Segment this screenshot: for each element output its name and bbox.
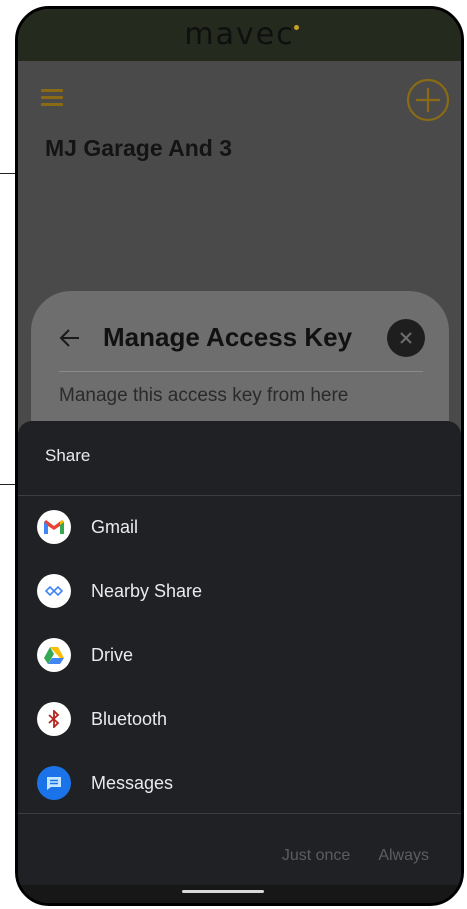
share-item-bluetooth[interactable]: Bluetooth <box>18 687 461 751</box>
app-logo: mavec <box>184 16 299 52</box>
logo-dot <box>293 24 299 30</box>
top-bar: mavec <box>18 9 461 61</box>
system-nav-bar <box>18 885 461 903</box>
sheet-description: Manage this access key from here <box>59 385 349 406</box>
home-indicator[interactable] <box>182 890 264 893</box>
share-sheet: Share Gmail Nearby Share Drive Bluetooth… <box>18 421 461 903</box>
share-title: Share <box>45 446 91 465</box>
footer-divider <box>18 813 461 814</box>
close-button[interactable] <box>387 319 425 357</box>
drive-icon <box>37 638 71 672</box>
back-arrow-icon[interactable] <box>59 327 81 349</box>
close-icon <box>400 332 412 344</box>
hamburger-menu-icon[interactable] <box>41 89 63 106</box>
share-item-label: Gmail <box>91 516 139 537</box>
share-item-label: Nearby Share <box>91 580 203 601</box>
always-button[interactable]: Always <box>378 847 429 865</box>
share-item-label: Messages <box>91 772 174 793</box>
bluetooth-icon <box>37 702 71 736</box>
share-item-label: Bluetooth <box>91 708 168 729</box>
share-item-label: Drive <box>91 644 134 665</box>
share-item-gmail[interactable]: Gmail <box>18 495 461 559</box>
sheet-header: Manage Access Key <box>59 321 419 361</box>
sheet-divider <box>59 371 423 372</box>
page-title: MJ Garage And 3 <box>45 135 233 161</box>
share-item-drive[interactable]: Drive <box>18 623 461 687</box>
gmail-icon <box>37 510 71 544</box>
just-once-button[interactable]: Just once <box>282 847 350 865</box>
phone-frame: mavec MJ Garage And 3 Manage Access Key <box>15 6 464 906</box>
logo-text: mavec <box>184 16 295 52</box>
app-screen: mavec MJ Garage And 3 Manage Access Key <box>18 9 461 903</box>
messages-icon <box>37 766 71 800</box>
nearby-share-icon <box>37 574 71 608</box>
sheet-title: Manage Access Key <box>103 322 353 352</box>
share-target-list: Gmail Nearby Share Drive Bluetooth Messa… <box>18 495 461 815</box>
share-item-messages[interactable]: Messages <box>18 751 461 815</box>
share-item-nearby-share[interactable]: Nearby Share <box>18 559 461 623</box>
share-actions: Just once Always <box>282 847 429 865</box>
add-circle-icon[interactable] <box>405 77 451 123</box>
